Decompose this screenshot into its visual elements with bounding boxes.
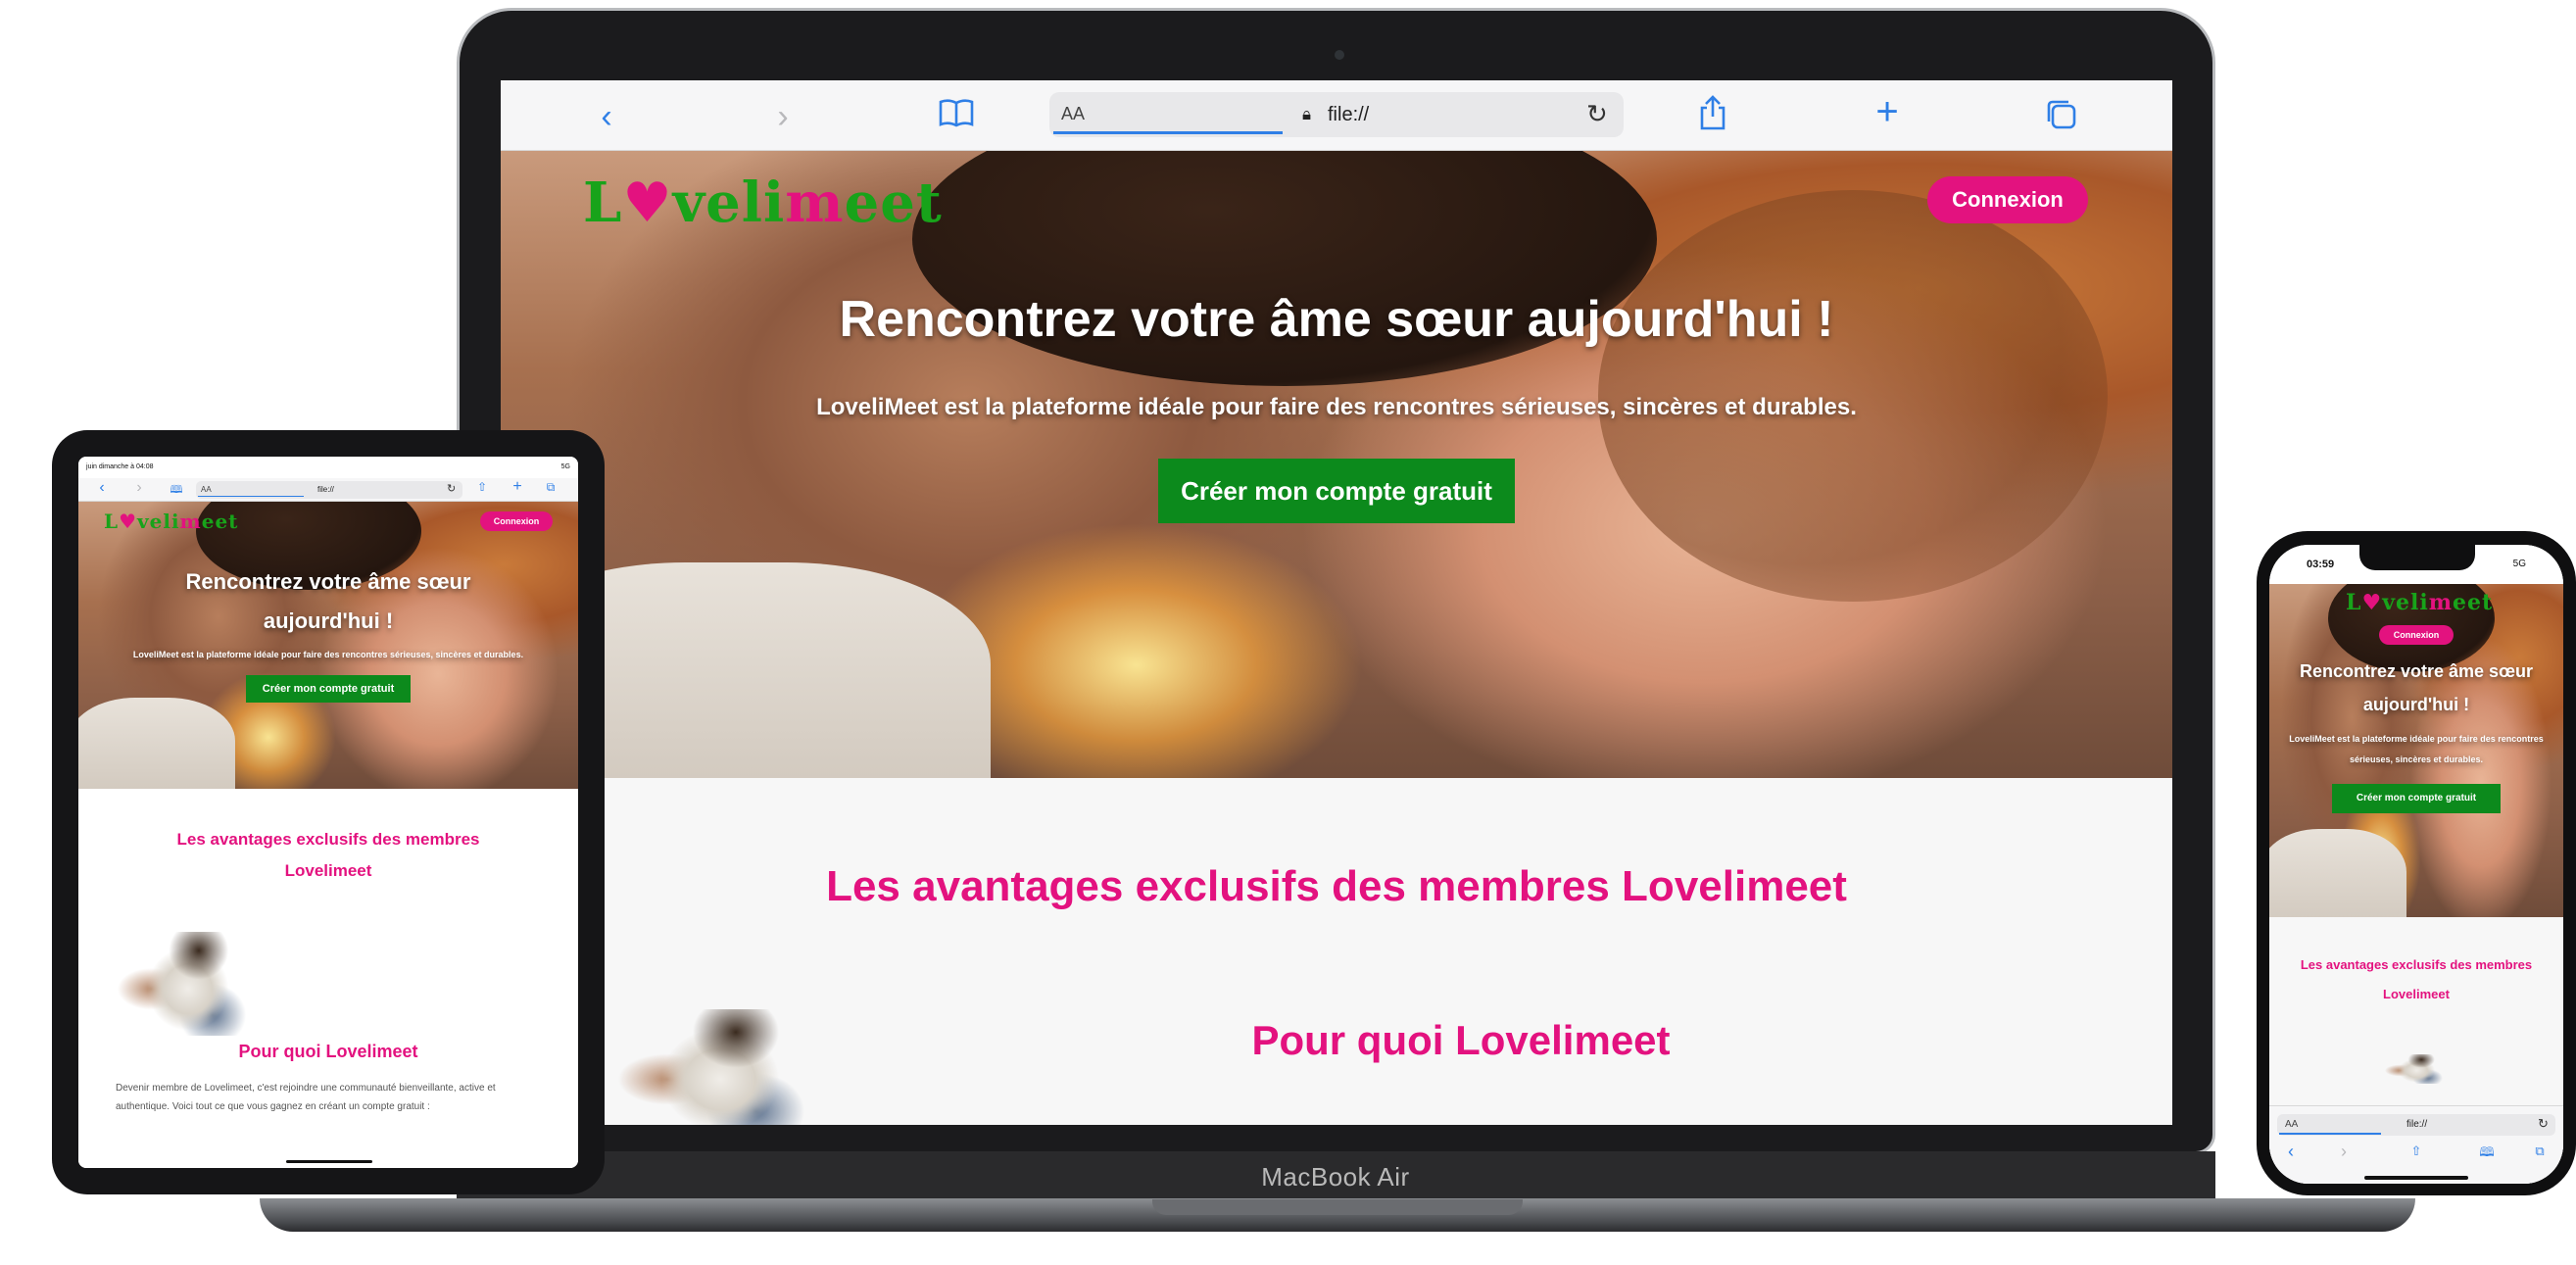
tabs-icon[interactable]: ⧉ — [543, 480, 559, 495]
iphone-dynamic-island — [2359, 545, 2475, 570]
create-account-button[interactable]: Créer mon compte gratuit — [2332, 784, 2501, 813]
bookmarks-icon[interactable]: 🕮︎ — [2477, 1143, 2497, 1165]
browser-toolbar: ‹ › AA 🔒︎ file:// ↻ + — [501, 80, 2172, 151]
forward-icon[interactable]: › — [131, 479, 147, 497]
hero-subtitle: LoveliMeet est la plateforme idéale pour… — [132, 650, 524, 659]
reader-aa-button[interactable]: AA — [2285, 1119, 2298, 1130]
site-logo[interactable]: L♥velimeet — [2346, 590, 2493, 615]
macbook-camera — [1335, 50, 1344, 60]
address-progress-line — [198, 496, 304, 497]
address-url: file:// — [1328, 104, 1370, 125]
address-url: file:// — [2406, 1119, 2428, 1130]
ipad-hero-section: L♥velimeet Connexion Rencontrez votre âm… — [78, 502, 578, 789]
ipad-screen: juin dimanche à 04:08 5G ‹ › 🕮︎ AA file:… — [78, 457, 578, 1168]
create-account-button[interactable]: Créer mon compte gratuit — [246, 675, 411, 703]
macbook-screen: ‹ › AA 🔒︎ file:// ↻ + L♥velimeet Connexi… — [501, 80, 2172, 1125]
iphone-status-time: 03:59 — [2307, 559, 2335, 570]
hero-photo-shirt — [2269, 829, 2406, 917]
hero-photo-shirt — [78, 698, 235, 789]
share-icon[interactable]: ⇧ — [474, 480, 490, 494]
address-progress-line — [1053, 131, 1283, 134]
iphone-address-bar[interactable]: AA file:// ↻ — [2277, 1114, 2555, 1136]
share-icon[interactable] — [1688, 94, 1737, 136]
benefits-title: Les avantages exclusifs des membres Love… — [2300, 957, 2533, 1001]
hero-subtitle: LoveliMeet est la plateforme idéale pour… — [2289, 734, 2544, 764]
login-button[interactable]: Connexion — [1927, 176, 2088, 223]
couple-image — [2385, 1054, 2446, 1084]
benefits-title: Les avantages exclusifs des membres Love… — [826, 862, 1847, 910]
reader-aa-button[interactable]: AA — [201, 485, 212, 494]
tabs-icon[interactable]: ⧉ — [2530, 1143, 2550, 1159]
forward-icon[interactable]: › — [2334, 1142, 2354, 1162]
back-icon[interactable]: ‹ — [2281, 1142, 2301, 1162]
share-icon[interactable]: ⇧ — [2406, 1143, 2426, 1159]
back-icon[interactable]: ‹ — [587, 98, 626, 136]
couple-image — [618, 1009, 814, 1125]
reload-icon[interactable]: ↻ — [1586, 99, 1608, 129]
forward-icon[interactable]: › — [763, 98, 802, 136]
reload-icon[interactable]: ↻ — [2538, 1116, 2549, 1132]
site-logo[interactable]: L♥velimeet — [104, 510, 238, 533]
macbook-label: MacBook Air — [1261, 1162, 1410, 1192]
new-tab-icon[interactable]: + — [1863, 90, 1912, 134]
iphone-status-network: 5G — [2512, 559, 2526, 569]
bookmarks-icon[interactable]: 🕮︎ — [169, 481, 184, 500]
ipad-home-indicator — [286, 1160, 372, 1163]
benefits-section: Les avantages exclusifs des membres Love… — [501, 778, 2172, 1125]
hero-title: Rencontrez votre âme sœur aujourd'hui ! — [2299, 661, 2534, 714]
back-icon[interactable]: ‹ — [94, 479, 110, 497]
iphone-home-indicator — [2364, 1176, 2468, 1180]
create-account-button[interactable]: Créer mon compte gratuit — [1158, 459, 1515, 523]
macbook-hinge-notch — [1152, 1199, 1523, 1215]
why-title: Pour quoi Lovelimeet — [238, 1042, 418, 1061]
ipad-address-bar[interactable]: AA file:// ↻ — [196, 481, 462, 499]
ipad-benefits-section: Les avantages exclusifs des membres Love… — [78, 789, 578, 1168]
bookmarks-icon[interactable] — [932, 98, 981, 132]
login-button[interactable]: Connexion — [480, 511, 553, 531]
ipad-status-time: juin dimanche à 04:08 — [86, 463, 154, 470]
site-logo[interactable]: L♥velimeet — [583, 170, 943, 235]
lock-icon: 🔒︎ — [1302, 105, 1312, 123]
hero-content: Rencontrez votre âme sœur aujourd'hui ! … — [501, 290, 2172, 523]
iphone-browser-toolbar: AA file:// ↻ ‹ › ⇧ 🕮︎ ⧉ — [2269, 1105, 2563, 1184]
tabs-icon[interactable] — [2037, 98, 2086, 136]
hero-content: Rencontrez votre âme sœur aujourd'hui ! … — [78, 562, 578, 703]
address-bar[interactable]: AA 🔒︎ file:// ↻ — [1049, 92, 1624, 137]
hero-title: Rencontrez votre âme sœur aujourd'hui ! — [839, 291, 1834, 348]
why-text: Devenir membre de Lovelimeet, c'est rejo… — [116, 1083, 496, 1112]
reload-icon[interactable]: ↻ — [447, 482, 456, 495]
hero-content: Rencontrez votre âme sœur aujourd'hui ! … — [2269, 655, 2563, 813]
login-button[interactable]: Connexion — [2379, 625, 2454, 645]
hero-section: L♥velimeet Connexion Rencontrez votre âm… — [501, 151, 2172, 778]
ipad-status-bar: juin dimanche à 04:08 5G — [78, 457, 578, 478]
address-progress-line — [2279, 1133, 2381, 1135]
iphone-hero-section: L♥velimeet Connexion Rencontrez votre âm… — [2269, 584, 2563, 917]
couple-image — [118, 932, 253, 1036]
why-title: Pour quoi Lovelimeet — [1251, 1017, 1671, 1063]
new-tab-icon[interactable]: + — [510, 478, 525, 496]
reader-aa-button[interactable]: AA — [1061, 104, 1085, 124]
ipad-browser-toolbar: ‹ › 🕮︎ AA file:// ↻ ⇧ + ⧉ — [78, 478, 578, 502]
ipad-status-network: 5G — [560, 463, 570, 470]
hero-subtitle: LoveliMeet est la plateforme idéale pour… — [816, 394, 1857, 420]
device-mockup-stage: MacBook Air ‹ › AA 🔒︎ file:// ↻ + L♥veli… — [0, 0, 2576, 1265]
hero-title: Rencontrez votre âme sœur aujourd'hui ! — [185, 569, 471, 633]
benefits-title: Les avantages exclusifs des membres Love… — [176, 830, 480, 880]
address-url: file:// — [317, 485, 334, 494]
iphone-screen: 03:59 5G L♥velimeet Connexion Rencontrez… — [2269, 545, 2563, 1184]
